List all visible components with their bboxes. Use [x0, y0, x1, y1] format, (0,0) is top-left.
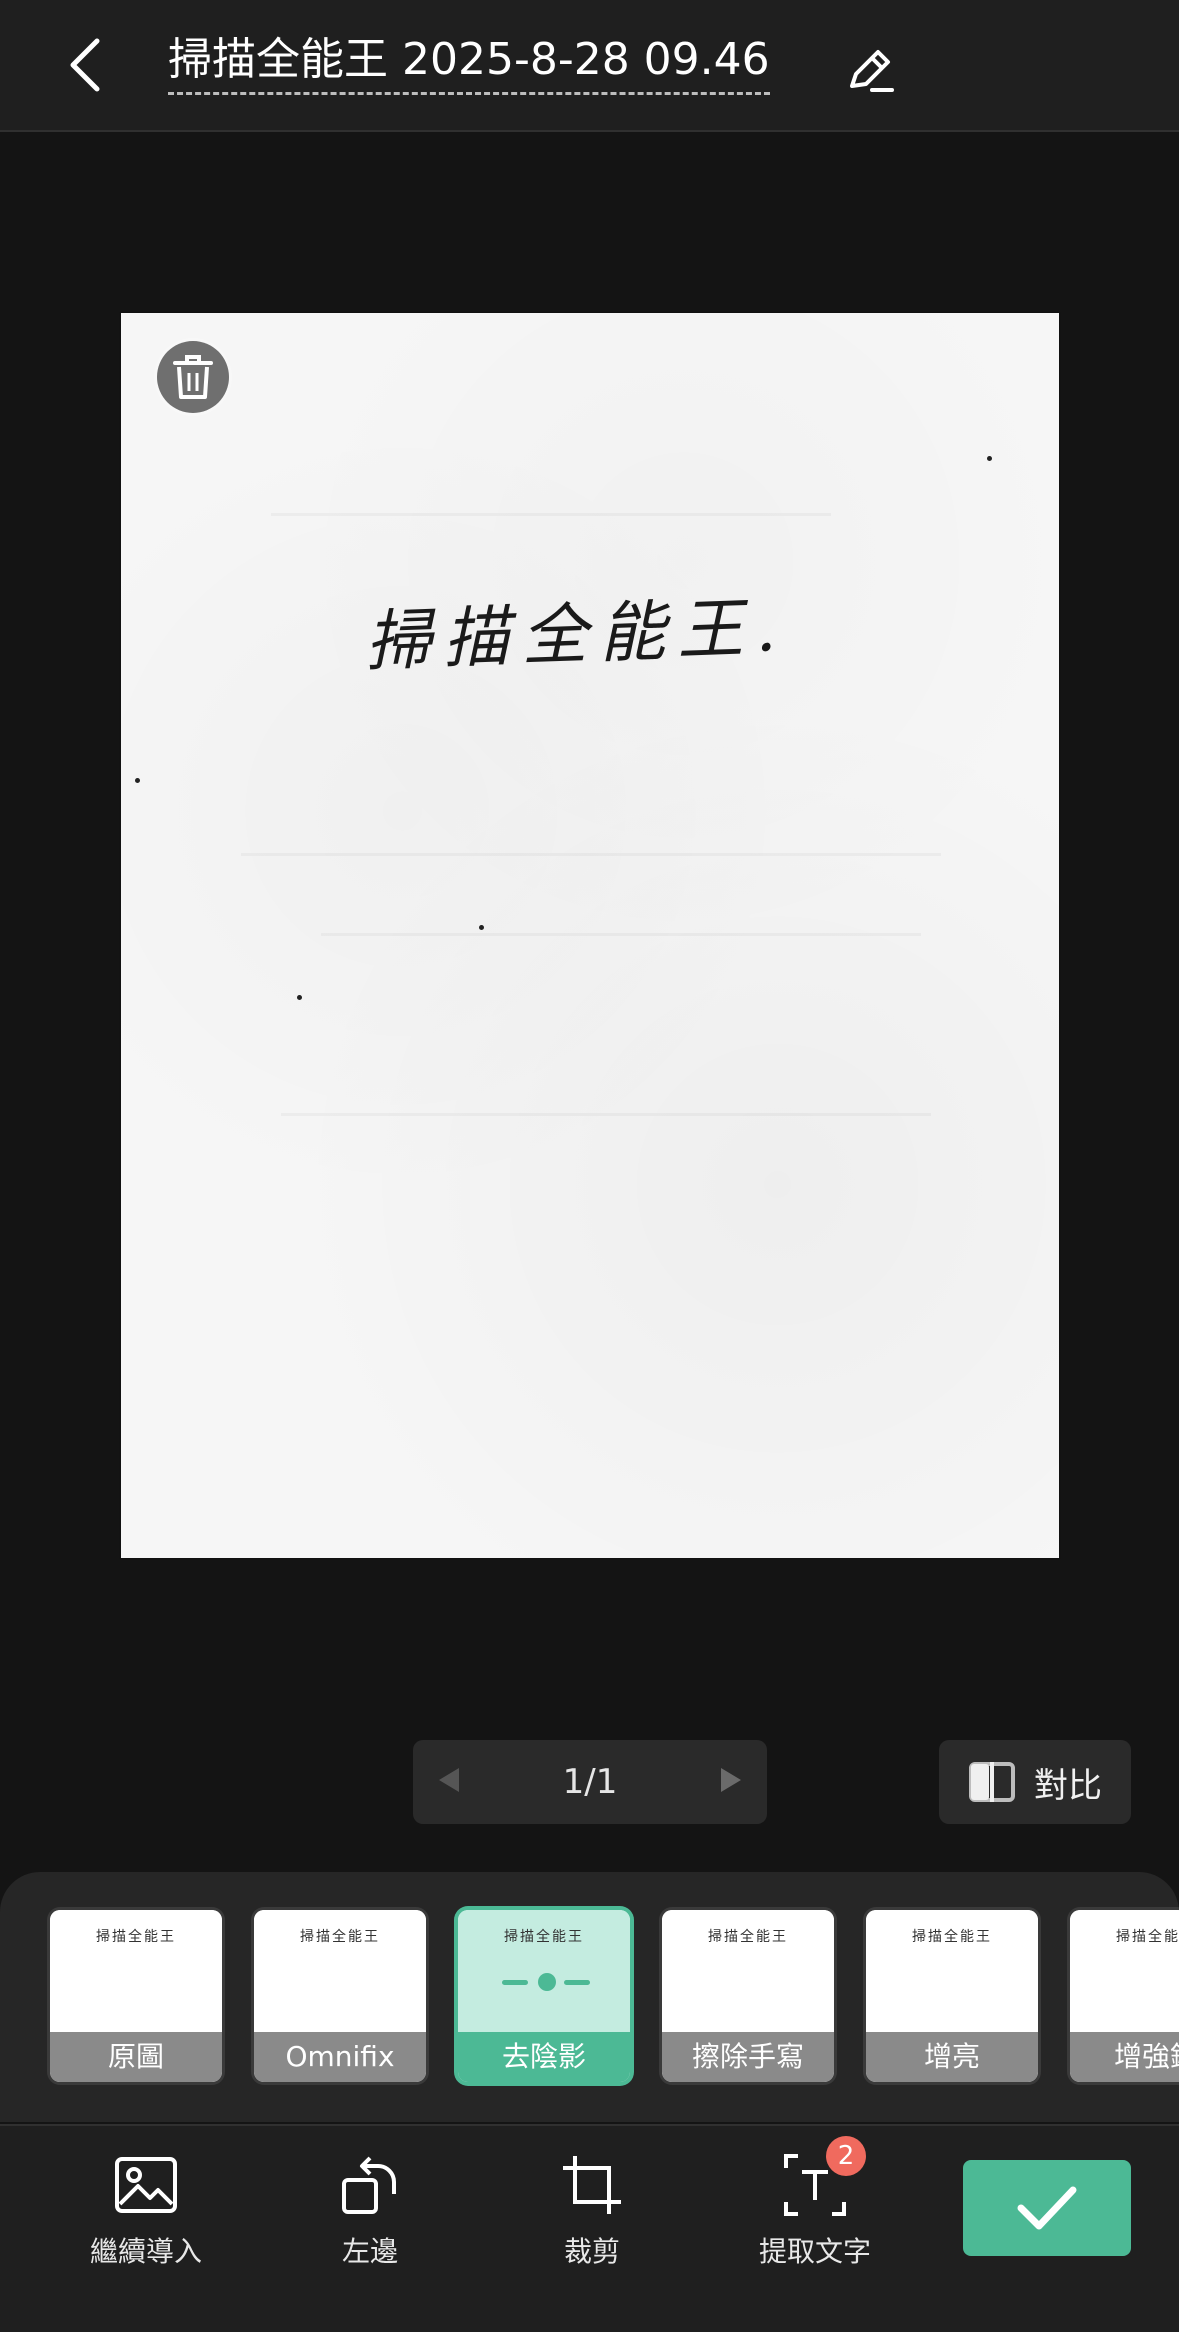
document-title[interactable]: 掃描全能王 2025-8-28 09.46 [168, 30, 770, 95]
delete-page-button[interactable] [157, 341, 229, 413]
filter-label: 去陰影 [458, 2032, 630, 2082]
chevron-left-icon [70, 38, 100, 92]
confirm-button[interactable] [963, 2160, 1131, 2256]
filter-strip: 掃描全能王 原圖 掃描全能王 Omnifix 掃描全能王 去陰影 掃描全能王 擦… [0, 1872, 1179, 2122]
filter-label: 擦除手寫 [662, 2032, 834, 2082]
crop-icon [557, 2150, 627, 2220]
rotate-left-icon [335, 2150, 405, 2220]
handwritten-text: 掃描全能王. [363, 588, 790, 681]
filter-omnifix[interactable]: 掃描全能王 Omnifix [254, 1910, 426, 2082]
extract-label: 提取文字 [758, 2235, 871, 2268]
filter-label: 原圖 [50, 2032, 222, 2082]
notification-badge: 2 [826, 2136, 866, 2176]
next-page-button[interactable] [721, 1768, 741, 1792]
thumbnail-text: 掃描全能王 [912, 1929, 992, 1945]
top-bar: 掃描全能王 2025-8-28 09.46 [0, 0, 1179, 132]
thumbnail-text: 掃描全能王 [96, 1929, 176, 1945]
filter-remove-shadow[interactable]: 掃描全能王 去陰影 [458, 1910, 630, 2082]
page-navigator: 1/1 [413, 1740, 767, 1824]
speck [135, 778, 140, 783]
speck [987, 456, 992, 461]
import-label: 繼續導入 [89, 2235, 202, 2268]
crop-button[interactable]: 裁剪 [512, 2150, 672, 2270]
faint-line [241, 853, 941, 856]
adjust-slider-icon [502, 1972, 592, 1992]
trash-icon [173, 355, 213, 399]
faint-line [281, 1113, 931, 1116]
rotate-left-button[interactable]: 左邊 [290, 2150, 450, 2270]
filter-label: Omnifix [254, 2032, 426, 2082]
pencil-icon [850, 50, 894, 92]
compare-label: 對比 [1034, 1765, 1102, 1806]
filter-enhance-sharpen[interactable]: 掃描全能王 增強銳 [1070, 1910, 1179, 2082]
rotate-label: 左邊 [341, 2235, 398, 2268]
edit-title-button[interactable] [836, 36, 904, 104]
scanned-page-preview[interactable]: 掃描全能王. [121, 313, 1059, 1558]
filter-original[interactable]: 掃描全能王 原圖 [50, 1910, 222, 2082]
thumbnail-text: 掃描全能王 [504, 1929, 584, 1945]
speck [297, 995, 302, 1000]
page-count: 1/1 [562, 1762, 618, 1802]
filter-label: 增亮 [866, 2032, 1038, 2082]
faint-line [271, 513, 831, 516]
thumbnail-text: 掃描全能王 [1116, 1929, 1179, 1945]
filter-label: 增強銳 [1070, 2032, 1179, 2082]
back-button[interactable] [40, 20, 130, 110]
speck [479, 925, 484, 930]
extract-text-button[interactable]: 2 提取文字 [735, 2136, 895, 2270]
crop-label: 裁剪 [563, 2235, 620, 2268]
faint-line [321, 933, 921, 936]
text-recognition-icon: 2 [780, 2136, 866, 2220]
thumbnail-text: 掃描全能王 [300, 1929, 380, 1945]
continue-import-button[interactable]: 繼續導入 [66, 2150, 226, 2270]
filter-erase-handwriting[interactable]: 掃描全能王 擦除手寫 [662, 1910, 834, 2082]
compare-icon [969, 1762, 1015, 1802]
bottom-toolbar: 繼續導入 左邊 裁剪 2 提取文字 [0, 2124, 1179, 2332]
filter-brighten[interactable]: 掃描全能王 增亮 [866, 1910, 1038, 2082]
image-icon [111, 2150, 181, 2220]
compare-button[interactable]: 對比 [939, 1740, 1131, 1824]
thumbnail-text: 掃描全能王 [708, 1929, 788, 1945]
checkmark-icon [1017, 2186, 1077, 2230]
